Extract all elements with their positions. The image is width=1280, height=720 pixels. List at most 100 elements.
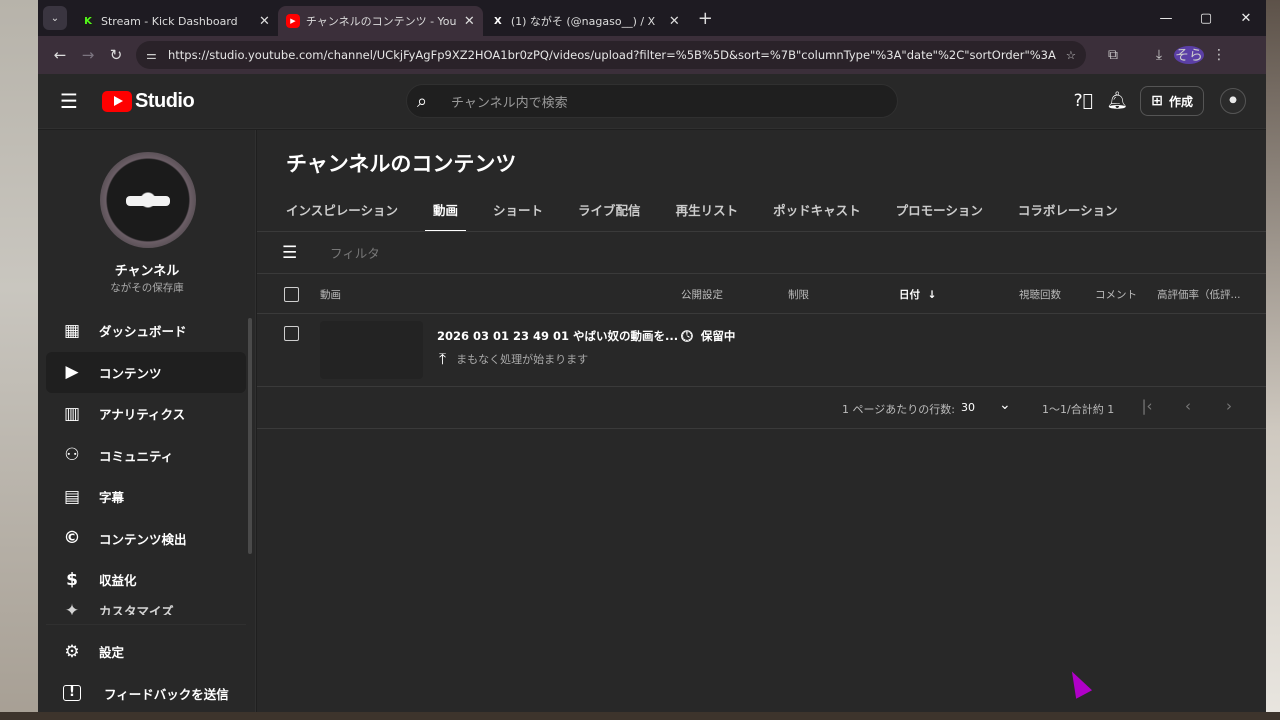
more-menu-icon[interactable]: ⋮ (1204, 47, 1234, 63)
video-title[interactable]: 2026 03 01 23 49 01 やばい奴の動画を... (437, 328, 678, 344)
browser-toolbar: ← → ↻ ⚌ https://studio.youtube.com/chann… (38, 36, 1266, 74)
tab-search-button[interactable]: ⌄ (43, 6, 67, 30)
tab-inspiration[interactable]: インスピレーション (286, 196, 398, 232)
tab-playlists[interactable]: 再生リスト (676, 196, 739, 232)
x-favicon-icon: X (493, 15, 502, 27)
column-visibility[interactable]: 公開設定 (681, 287, 723, 302)
first-page-icon[interactable]: |‹ (1137, 397, 1157, 415)
clock-icon: 🕓︎ (681, 327, 693, 345)
sidebar-scrollbar[interactable] (248, 318, 252, 554)
download-icon[interactable]: ⤓ (1144, 47, 1174, 63)
site-info-icon[interactable]: ⚌ (146, 48, 168, 62)
extensions-puzzle-icon[interactable]: ⧉ (1098, 47, 1128, 63)
mouse-cursor-icon (1063, 667, 1093, 699)
sidebar-item-content[interactable]: ▶ コンテンツ (46, 351, 246, 393)
logo-text: Studio (135, 89, 195, 112)
sidebar-item-label: アナリティクス (99, 407, 186, 423)
tab-title: (1) ながそ (@nagaso__) / X (510, 15, 656, 28)
column-comments[interactable]: コメント (1095, 287, 1137, 302)
sidebar-item-subtitles[interactable]: ▤ 字幕 (46, 476, 246, 518)
help-icon[interactable]: ?⃝ (1066, 86, 1100, 116)
table-row[interactable]: 2026 03 01 23 49 01 やばい奴の動画を... ⤒ まもなく処理… (257, 315, 1266, 387)
close-icon[interactable]: ✕ (669, 14, 680, 29)
visibility-label: 保留中 (700, 329, 736, 343)
sidebar-item-analytics[interactable]: ▥ アナリティクス (46, 393, 246, 435)
close-icon[interactable]: ✕ (464, 14, 475, 29)
subtitles-icon: ▤ (63, 486, 81, 507)
notifications-bell-icon[interactable]: 🔔︎ (1100, 86, 1134, 116)
maximize-icon[interactable]: ▢ (1186, 11, 1226, 26)
hamburger-menu-icon[interactable]: ☰ (60, 89, 84, 113)
previous-page-icon[interactable]: ‹ (1178, 397, 1198, 415)
row-checkbox[interactable] (284, 326, 299, 341)
column-date[interactable]: 日付 ↓ (899, 287, 936, 302)
sidebar-item-dashboard[interactable]: ▦ ダッシュボード (46, 310, 246, 352)
sidebar-item-customize[interactable]: ✦ カスタマイズ (46, 601, 246, 615)
column-rating[interactable]: 高評価率（低評... (1157, 287, 1241, 302)
pagination: 1 ページあたりの行数: 30 ⌄ 1〜1/合計約 1 |‹ ‹ › (257, 387, 1266, 429)
tab-videos[interactable]: 動画 (425, 196, 467, 232)
column-date-label: 日付 (899, 289, 920, 301)
sidebar-item-community[interactable]: ⚇ コミュニティ (46, 435, 246, 477)
browser-tab-youtube-studio[interactable]: ▶ チャンネルのコンテンツ - YouTube S ✕ (277, 6, 483, 36)
tab-podcasts[interactable]: ポッドキャスト (773, 196, 861, 232)
create-button[interactable]: ⊞ 作成 (1140, 86, 1204, 116)
column-restrictions[interactable]: 制限 (788, 287, 809, 302)
tab-promotions[interactable]: プロモーション (896, 196, 983, 232)
sort-arrow-down-icon: ↓ (927, 289, 937, 301)
video-thumbnail[interactable] (320, 321, 423, 379)
browser-tab-x[interactable]: X (1) ながそ (@nagaso__) / X ✕ (483, 6, 688, 36)
sidebar-item-label: ダッシュボード (99, 324, 187, 340)
tab-live[interactable]: ライブ配信 (578, 196, 641, 232)
filter-bar[interactable]: ☰ フィルタ (257, 232, 1266, 274)
content-tabs: インスピレーション 動画 ショート ライブ配信 再生リスト ポッドキャスト プロ… (286, 196, 1153, 232)
close-icon[interactable]: ✕ (259, 14, 270, 29)
minimize-icon[interactable]: — (1146, 11, 1186, 26)
sidebar-item-settings[interactable]: ⚙ 設定 (46, 631, 246, 673)
tab-shorts[interactable]: ショート (493, 196, 543, 232)
sidebar-item-content-detection[interactable]: © コンテンツ検出 (46, 518, 246, 560)
select-all-checkbox[interactable] (284, 287, 299, 302)
tab-collaborations[interactable]: コラボレーション (1018, 196, 1118, 232)
desktop-background-left (0, 0, 38, 720)
visibility-status[interactable]: 🕓︎ 保留中 (681, 327, 735, 345)
feedback-icon: ! (63, 685, 81, 702)
sidebar-item-label: 設定 (99, 645, 125, 661)
youtube-play-icon (102, 90, 132, 112)
profile-chip[interactable]: そら (1174, 46, 1204, 64)
profile-avatar: そら (1174, 46, 1204, 64)
address-bar[interactable]: ⚌ https://studio.youtube.com/channel/UCk… (136, 41, 1086, 69)
channel-search-box[interactable]: ⌕ チャンネル内で検索 (406, 84, 898, 118)
window-close-icon[interactable]: ✕ (1226, 11, 1266, 26)
chevron-down-icon[interactable]: ⌄ (999, 397, 1011, 413)
rows-per-page-value[interactable]: 30 (961, 401, 975, 414)
video-camera-plus-icon: ⊞ (1151, 93, 1163, 109)
filter-placeholder: フィルタ (330, 246, 380, 261)
sidebar-item-feedback[interactable]: ! フィードバックを送信 (46, 673, 246, 713)
account-avatar[interactable] (1220, 88, 1246, 114)
sidebar-item-label: コンテンツ検出 (99, 531, 187, 547)
forward-arrow-icon[interactable]: → (74, 46, 102, 64)
main-content: チャンネルのコンテンツ インスピレーション 動画 ショート ライブ配信 再生リス… (257, 130, 1266, 712)
sidebar-nav: ▦ ダッシュボード ▶ コンテンツ ▥ アナリティクス ⚇ コミュニティ ▤ 字… (46, 310, 246, 615)
search-placeholder: チャンネル内で検索 (451, 95, 568, 111)
desktop-background-bottom (0, 712, 1280, 720)
back-arrow-icon[interactable]: ← (46, 46, 74, 64)
sidebar-item-monetization[interactable]: $ 収益化 (46, 559, 246, 601)
next-page-icon[interactable]: › (1219, 397, 1239, 415)
filter-icon[interactable]: ☰ (282, 243, 304, 263)
page-title: チャンネルのコンテンツ (286, 152, 517, 176)
studio-logo[interactable]: Studio (102, 89, 195, 113)
channel-avatar[interactable] (100, 152, 196, 248)
customize-icon: ✦ (64, 600, 80, 615)
bookmark-star-icon[interactable]: ☆ (1056, 48, 1076, 62)
channel-title: チャンネル (114, 264, 180, 279)
analytics-icon: ▥ (63, 403, 81, 424)
tab-title: Stream - Kick Dashboard (101, 14, 238, 28)
column-views[interactable]: 視聴回数 (1019, 287, 1061, 302)
sidebar-bottom: ⚙ 設定 ! フィードバックを送信 (46, 624, 246, 712)
new-tab-plus-icon[interactable]: + (698, 8, 713, 29)
reload-icon[interactable]: ↻ (102, 46, 130, 64)
rows-per-page-label: 1 ページあたりの行数: (842, 403, 955, 416)
browser-tab-kick[interactable]: K Stream - Kick Dashboard ✕ (73, 6, 278, 36)
